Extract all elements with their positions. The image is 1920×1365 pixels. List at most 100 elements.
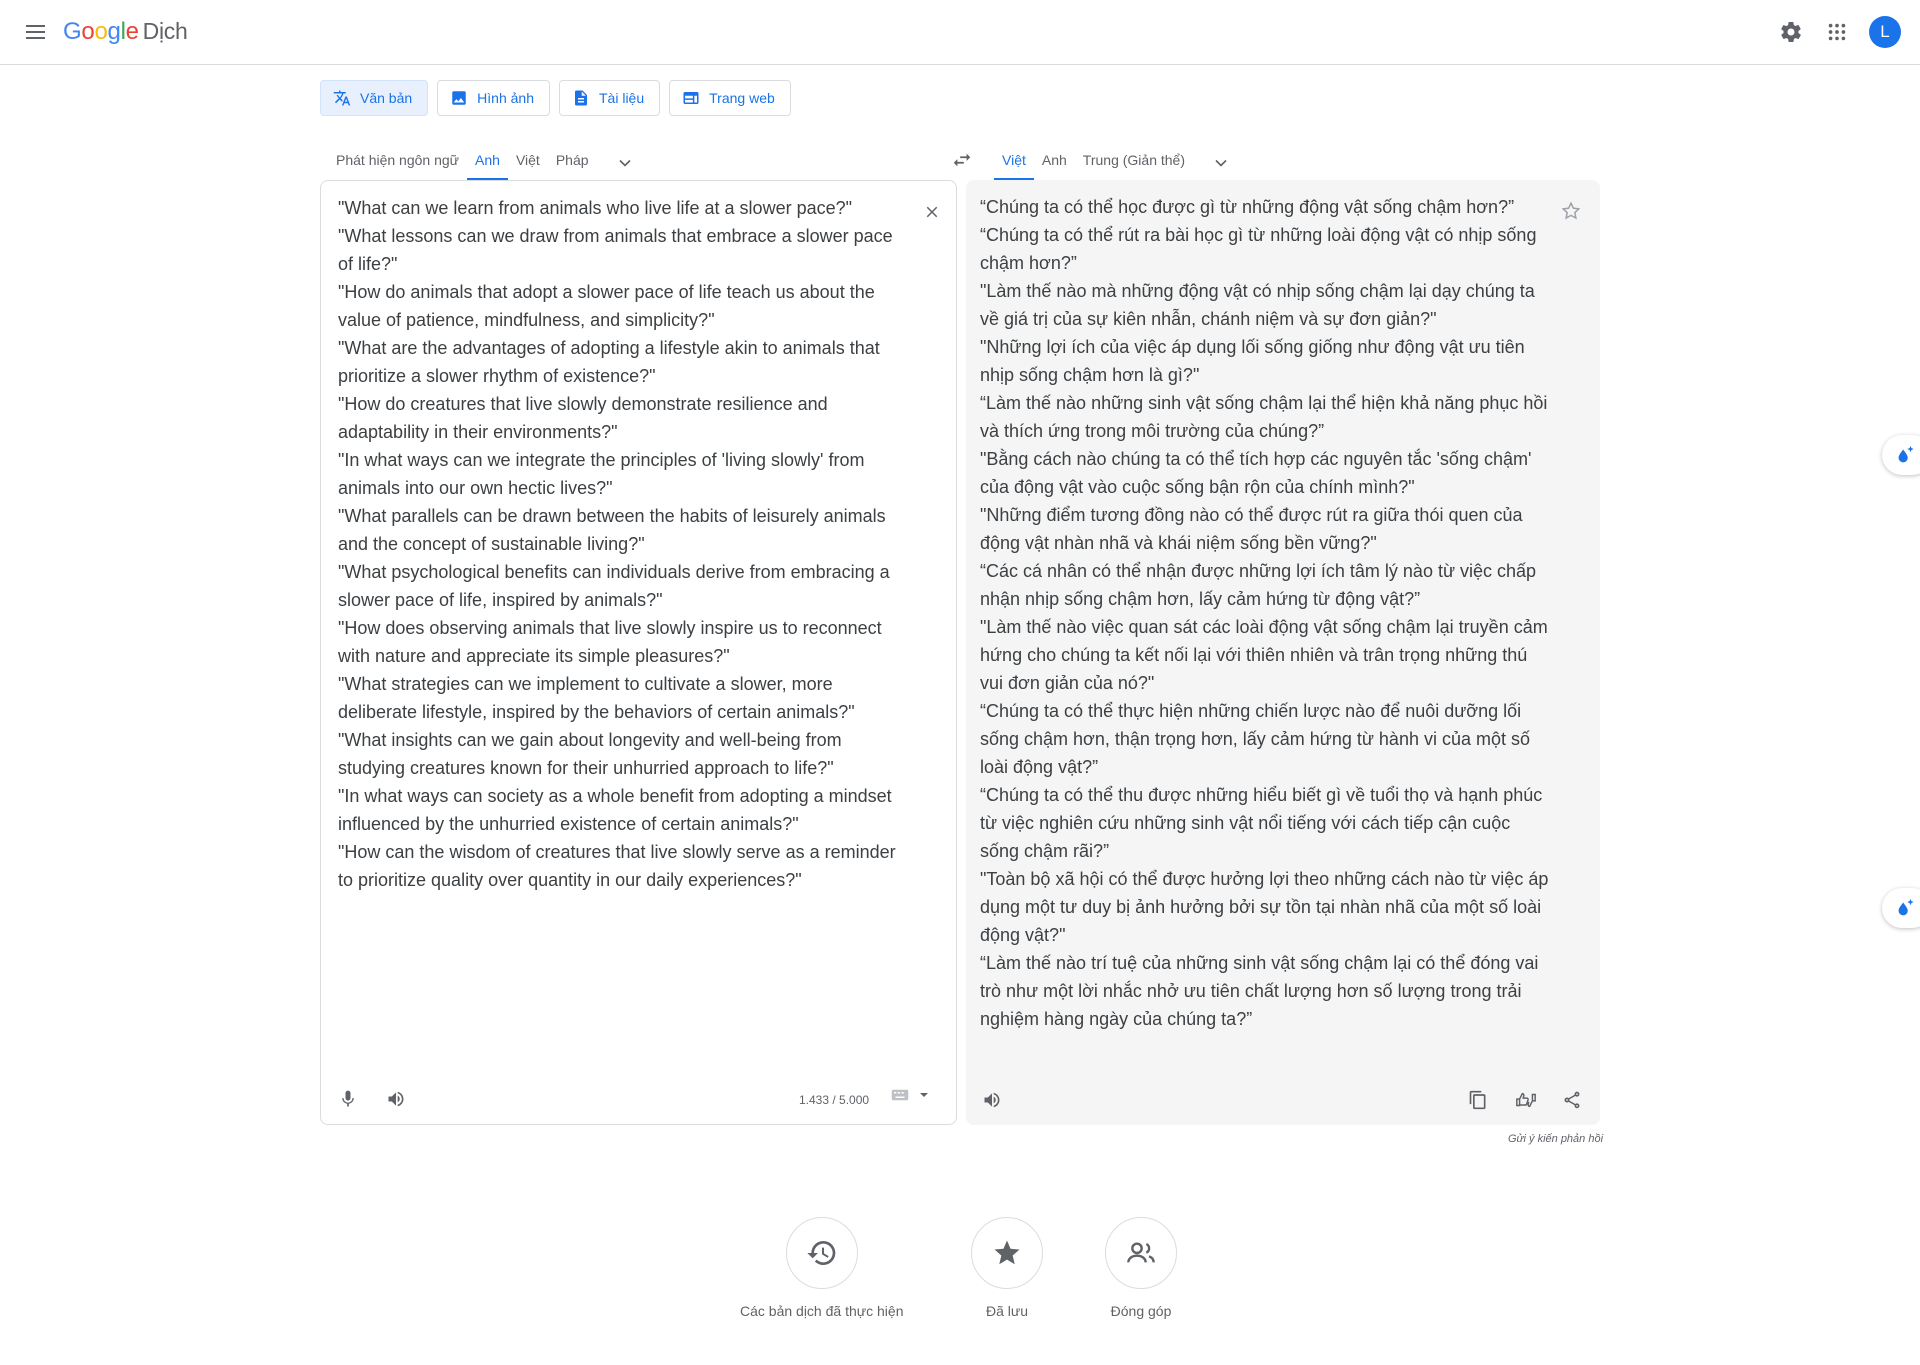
translate-icon [333, 90, 351, 106]
chevron-down-icon [1215, 159, 1227, 167]
people-icon [1127, 1242, 1155, 1263]
translation-text-line: “Các cá nhân có thể nhận được những lợi … [980, 561, 1537, 581]
copy-translation-button[interactable] [1462, 1084, 1494, 1116]
source-lang-detect[interactable]: Phát hiện ngôn ngữ [328, 152, 467, 180]
translation-text-line: "Toàn bộ xã hội có thể được hưởng lợi th… [980, 869, 1549, 889]
mode-web-button[interactable]: Trang web [669, 80, 791, 116]
target-lang-more-button[interactable] [1201, 146, 1241, 180]
translation-text-line: nhận nhịp sống chậm hơn, lấy cảm hứng từ… [980, 589, 1421, 609]
translation-text-line: "Làm thế nào việc quan sát các loài động… [980, 617, 1548, 637]
product-name: Dịch [142, 18, 188, 44]
app-logo[interactable]: Google Dịch [63, 18, 188, 46]
source-text-line: "In what ways can we integrate the princ… [338, 450, 865, 470]
mode-document-button[interactable]: Tài liệu [559, 80, 661, 116]
source-text-line: "In what ways can society as a whole ben… [338, 786, 892, 806]
mode-text-button[interactable]: Văn bản [320, 80, 429, 116]
sparkle-drop-icon [1898, 445, 1914, 463]
mode-image-button[interactable]: Hình ảnh [437, 80, 550, 116]
target-lang-english[interactable]: Anh [1034, 152, 1075, 180]
source-lang-english[interactable]: Anh [467, 152, 508, 180]
close-icon [926, 206, 938, 218]
swap-icon [953, 153, 971, 167]
source-text-line: influenced by the unhurried existence of… [338, 814, 799, 834]
logo-letter: G [63, 18, 82, 45]
source-text-line: prioritize a slower rhythm of existence?… [338, 366, 656, 386]
side-extension-button[interactable] [1882, 888, 1920, 928]
source-language-bar: Phát hiện ngôn ngữ Anh Việt Pháp [328, 140, 645, 180]
image-icon [452, 91, 466, 105]
mode-label: Hình ảnh [477, 90, 534, 106]
logo-letter: e [125, 18, 139, 45]
translation-text-line: "Làm thế nào mà những động vật có nhịp s… [980, 281, 1535, 301]
translation-output-panel: “Chúng ta có thể học được gì từ những độ… [966, 180, 1600, 1125]
contribute-button[interactable]: Đóng góp [1105, 1217, 1177, 1319]
chevron-down-icon [618, 159, 631, 167]
logo-letter: o [94, 18, 108, 45]
translation-text-line: loài động vật?” [980, 757, 1099, 777]
translation-text-line: chậm hơn?” [980, 253, 1077, 273]
keyboard-icon [891, 1089, 909, 1101]
translation-text-line: “Chúng ta có thể thu được những hiểu biế… [980, 785, 1543, 805]
rate-translation-button[interactable] [1510, 1084, 1542, 1116]
source-text-line: "How do creatures that live slowly demon… [338, 394, 828, 414]
translation-text-line: "Những lợi ích của việc áp dụng lối sống… [980, 337, 1525, 357]
source-text-line: "What parallels can be drawn between the… [338, 506, 886, 526]
logo-letter: g [107, 18, 121, 45]
source-lang-more-button[interactable] [605, 146, 645, 180]
apps-button[interactable] [1822, 17, 1852, 47]
saved-button[interactable]: Đã lưu [971, 1217, 1043, 1319]
translation-text-line: “Chúng ta có thể thực hiện những chiến l… [980, 701, 1522, 721]
account-avatar[interactable]: L [1869, 16, 1901, 48]
settings-button[interactable] [1776, 17, 1806, 47]
translation-text-line: “Chúng ta có thể rút ra bài học gì từ nh… [980, 225, 1537, 245]
target-lang-vietnamese[interactable]: Việt [994, 152, 1034, 180]
mode-selector: Văn bản Hình ảnh Tài liệu Trang web [320, 80, 791, 116]
voice-input-button[interactable] [332, 1083, 364, 1115]
translation-text-line: “Làm thế nào những sinh vật sống chậm lạ… [980, 393, 1548, 413]
translation-text-line: “Chúng ta có thể học được gì từ những độ… [980, 197, 1515, 217]
save-translation-button[interactable] [1556, 196, 1586, 226]
clear-source-button[interactable] [917, 197, 947, 227]
send-feedback-link[interactable]: Gửi ý kiến phản hồi [1508, 1133, 1603, 1145]
share-translation-button[interactable] [1556, 1084, 1588, 1116]
source-textarea[interactable]: "What can we learn from animals who live… [338, 181, 898, 894]
swap-languages-button[interactable] [945, 143, 979, 177]
source-text-line: "What psychological benefits can individ… [338, 562, 890, 582]
source-text-line: "What lessons can we draw from animals t… [338, 226, 893, 246]
history-circle [785, 1217, 858, 1289]
translation-text-line: “Làm thế nào trí tuệ của những sinh vật … [980, 953, 1539, 973]
source-text-line: and the concept of sustainable living?" [338, 534, 645, 554]
mode-label: Tài liệu [599, 90, 645, 106]
share-icon [1564, 1091, 1580, 1109]
copy-icon [1469, 1090, 1486, 1110]
target-language-bar: Việt Anh Trung (Giản thể) [994, 140, 1241, 180]
source-lang-vietnamese[interactable]: Việt [508, 152, 548, 180]
source-text-line: "What are the advantages of adopting a l… [338, 338, 880, 358]
saved-circle [971, 1217, 1043, 1289]
character-count: 1.433 / 5.000 [799, 1093, 870, 1107]
history-label: Các bản dịch đã thực hiện [740, 1303, 904, 1319]
input-tools-button[interactable] [891, 1088, 929, 1102]
source-text-line: of life?" [338, 254, 398, 274]
target-lang-chinese-simplified[interactable]: Trung (Giản thể) [1075, 152, 1193, 180]
source-text-line: "How does observing animals that live sl… [338, 618, 882, 638]
source-text-panel[interactable]: "What can we learn from animals who live… [320, 180, 957, 1125]
translation-text-line: nhịp sống chậm hơn là gì?" [980, 365, 1200, 385]
history-icon [807, 1241, 836, 1265]
listen-source-button[interactable] [380, 1083, 412, 1115]
menu-icon-bar [25, 31, 45, 33]
microphone-icon [342, 1090, 354, 1107]
source-lang-french[interactable]: Pháp [548, 152, 597, 180]
history-button[interactable]: Các bản dịch đã thực hiện [740, 1217, 903, 1319]
saved-label: Đã lưu [985, 1303, 1029, 1319]
translation-text-line: và thích ứng trong môi trường của chúng?… [980, 421, 1325, 441]
translation-text-line: nghiệm hàng ngày của chúng ta?” [980, 1009, 1253, 1029]
avatar-letter: L [1880, 22, 1890, 41]
listen-translation-button[interactable] [976, 1084, 1008, 1116]
translation-text-line: sống chậm rãi?” [980, 841, 1110, 861]
side-extension-button[interactable] [1882, 435, 1920, 475]
logo-letter: o [81, 18, 95, 45]
source-text-line: to prioritize quality over quantity in o… [338, 870, 802, 890]
thumbs-up-down-icon [1516, 1092, 1536, 1108]
main-menu-button[interactable] [20, 17, 50, 47]
